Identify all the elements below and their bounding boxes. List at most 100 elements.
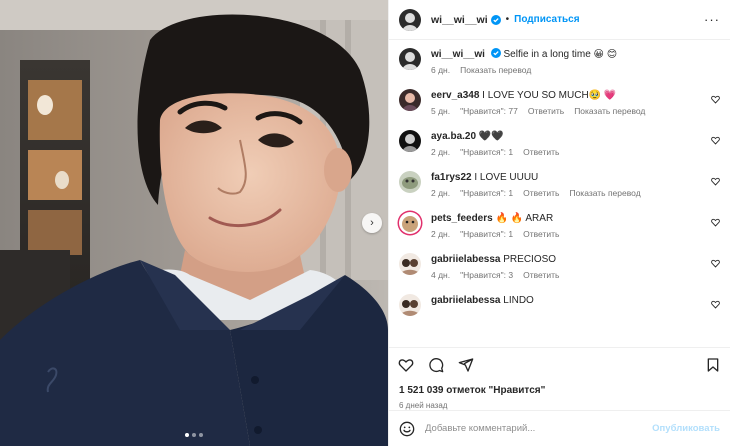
comment-body: gabriielabessa LINDO bbox=[431, 294, 720, 307]
comment-likes-count[interactable]: "Нравится": 3 bbox=[460, 270, 513, 280]
author-username[interactable]: wi__wi__wi bbox=[431, 14, 488, 26]
comment-likes-count[interactable]: "Нравится": 1 bbox=[460, 188, 513, 198]
comment-text: LINDO bbox=[503, 295, 534, 306]
comment-translate-link[interactable]: Показать перевод bbox=[569, 188, 640, 198]
comment-body: gabriielabessa PRECIOSO 4 дн. "Нравится"… bbox=[431, 253, 720, 280]
comment-likes-count[interactable]: "Нравится": 77 bbox=[460, 106, 518, 116]
comment-item: pets_feeders 🔥 🔥 ARAR 2 дн. "Нравится": … bbox=[399, 212, 720, 239]
comment-reply-link[interactable]: Ответить bbox=[528, 106, 564, 116]
like-comment-heart-icon[interactable] bbox=[711, 259, 720, 268]
verified-badge-icon bbox=[490, 14, 501, 25]
post-caption: wi__wi__wi Selfie in a long time 😀 😊 6 д… bbox=[399, 48, 720, 75]
comment-age: 4 дн. bbox=[431, 270, 451, 280]
comment-username[interactable]: pets_feeders bbox=[431, 213, 493, 224]
comment-body: eerv_a348 I LOVE YOU SO MUCH🥹 💗 5 дн. "Н… bbox=[431, 89, 720, 116]
author-avatar[interactable] bbox=[399, 48, 421, 70]
avatar-image bbox=[400, 259, 420, 275]
comment-username[interactable]: gabriielabessa bbox=[431, 295, 500, 306]
publish-comment-button[interactable]: Опубликовать bbox=[652, 423, 720, 434]
avatar-image bbox=[402, 93, 418, 111]
more-options-icon[interactable]: ··· bbox=[704, 12, 720, 27]
commenter-avatar[interactable] bbox=[399, 130, 421, 152]
comment-meta: 5 дн. "Нравится": 77 Ответить Показать п… bbox=[431, 106, 720, 116]
carousel-dot bbox=[185, 433, 189, 437]
comment-text: PRECIOSO bbox=[503, 254, 557, 265]
selfie-photo bbox=[0, 0, 388, 446]
comment-meta: 4 дн. "Нравится": 3 Ответить bbox=[431, 270, 720, 280]
comment-meta: 2 дн. "Нравится": 1 Ответить Показать пе… bbox=[431, 188, 720, 198]
caption-meta: 6 дн. Показать перевод bbox=[431, 65, 720, 75]
comment-reply-link[interactable]: Ответить bbox=[523, 270, 559, 280]
comment-age: 2 дн. bbox=[431, 188, 451, 198]
comment-line: fa1rys22 I LOVE UUUU bbox=[431, 171, 720, 184]
comment-line: aya.ba.20 🖤🖤 bbox=[431, 130, 720, 143]
commenter-avatar[interactable] bbox=[399, 294, 421, 316]
like-comment-heart-icon[interactable] bbox=[711, 95, 720, 104]
comment-username[interactable]: fa1rys22 bbox=[431, 172, 472, 183]
comment-bubble-icon[interactable] bbox=[428, 357, 444, 373]
like-comment-heart-icon[interactable] bbox=[711, 218, 720, 227]
carousel-dot bbox=[199, 433, 203, 437]
next-slide-button[interactable]: › bbox=[362, 213, 382, 233]
post-dialog: › wi__wi__wi • Подписаться ··· wi__wi__w… bbox=[0, 0, 730, 446]
emoji-smiley-icon[interactable] bbox=[399, 421, 415, 437]
post-likes-count[interactable]: 1 521 039 отметок "Нравится" bbox=[389, 385, 730, 396]
comment-text: I LOVE UUUU bbox=[474, 172, 539, 183]
comment-age: 5 дн. bbox=[431, 106, 451, 116]
caption-body: wi__wi__wi Selfie in a long time 😀 😊 6 д… bbox=[431, 48, 720, 75]
comment-likes-count[interactable]: "Нравится": 1 bbox=[460, 229, 513, 239]
comment-item: eerv_a348 I LOVE YOU SO MUCH🥹 💗 5 дн. "Н… bbox=[399, 89, 720, 116]
like-comment-heart-icon[interactable] bbox=[711, 300, 720, 309]
post-media[interactable]: › bbox=[0, 0, 388, 446]
author-avatar[interactable] bbox=[399, 8, 421, 31]
comment-body: pets_feeders 🔥 🔥 ARAR 2 дн. "Нравится": … bbox=[431, 212, 720, 239]
caption-text: Selfie in a long time 😀 😊 bbox=[503, 49, 618, 60]
comment-username[interactable]: gabriielabessa bbox=[431, 254, 500, 265]
chevron-right-icon: › bbox=[370, 217, 374, 229]
comment-item: fa1rys22 I LOVE UUUU 2 дн. "Нравится": 1… bbox=[399, 171, 720, 198]
commenter-avatar[interactable] bbox=[399, 89, 421, 111]
comment-reply-link[interactable]: Ответить bbox=[523, 188, 559, 198]
comment-age: 2 дн. bbox=[431, 229, 451, 239]
post-actions-bar bbox=[389, 347, 730, 381]
comment-reply-link[interactable]: Ответить bbox=[523, 147, 559, 157]
comment-username[interactable]: eerv_a348 bbox=[431, 90, 479, 101]
carousel-indicator bbox=[0, 433, 388, 437]
share-send-icon[interactable] bbox=[458, 357, 474, 373]
comment-age: 2 дн. bbox=[431, 147, 451, 157]
comment-text: 🔥 🔥 ARAR bbox=[495, 213, 554, 224]
commenter-avatar[interactable] bbox=[399, 253, 421, 275]
comment-username[interactable]: aya.ba.20 bbox=[431, 131, 476, 142]
comment-translate-link[interactable]: Показать перевод bbox=[574, 106, 645, 116]
comment-meta: 2 дн. "Нравится": 1 Ответить bbox=[431, 229, 720, 239]
caption-age: 6 дн. bbox=[431, 65, 451, 75]
post-timestamp[interactable]: 6 дней назад bbox=[389, 401, 730, 410]
comment-line: pets_feeders 🔥 🔥 ARAR bbox=[431, 212, 720, 225]
comment-likes-count[interactable]: "Нравится": 1 bbox=[460, 147, 513, 157]
comment-text: 🖤🖤 bbox=[478, 131, 504, 142]
separator-dot: • bbox=[505, 14, 510, 25]
comment-item: gabriielabessa PRECIOSO 4 дн. "Нравится"… bbox=[399, 253, 720, 280]
like-heart-icon[interactable] bbox=[398, 357, 414, 373]
comment-line: eerv_a348 I LOVE YOU SO MUCH🥹 💗 bbox=[431, 89, 720, 102]
commenter-avatar[interactable] bbox=[399, 212, 421, 234]
comment-reply-link[interactable]: Ответить bbox=[523, 229, 559, 239]
comment-meta: 2 дн. "Нравится": 1 Ответить bbox=[431, 147, 720, 157]
like-comment-heart-icon[interactable] bbox=[711, 177, 720, 186]
comments-list[interactable]: wi__wi__wi Selfie in a long time 😀 😊 6 д… bbox=[389, 40, 730, 347]
comment-text: I LOVE YOU SO MUCH🥹 💗 bbox=[482, 90, 617, 101]
post-side-panel: wi__wi__wi • Подписаться ··· wi__wi__wi … bbox=[388, 0, 730, 446]
comment-body: aya.ba.20 🖤🖤 2 дн. "Нравится": 1 Ответит… bbox=[431, 130, 720, 157]
commenter-avatar[interactable] bbox=[399, 171, 421, 193]
comment-item: gabriielabessa LINDO bbox=[399, 294, 720, 316]
caption-translate-link[interactable]: Показать перевод bbox=[460, 65, 531, 75]
like-comment-heart-icon[interactable] bbox=[711, 136, 720, 145]
avatar-image bbox=[402, 216, 418, 232]
comment-item: aya.ba.20 🖤🖤 2 дн. "Нравится": 1 Ответит… bbox=[399, 130, 720, 157]
comment-input[interactable] bbox=[425, 423, 653, 434]
bookmark-save-icon[interactable] bbox=[705, 357, 721, 373]
comment-composer: Опубликовать bbox=[389, 410, 730, 446]
caption-username[interactable]: wi__wi__wi bbox=[431, 49, 485, 60]
comment-body: fa1rys22 I LOVE UUUU 2 дн. "Нравится": 1… bbox=[431, 171, 720, 198]
follow-button[interactable]: Подписаться bbox=[514, 14, 579, 25]
